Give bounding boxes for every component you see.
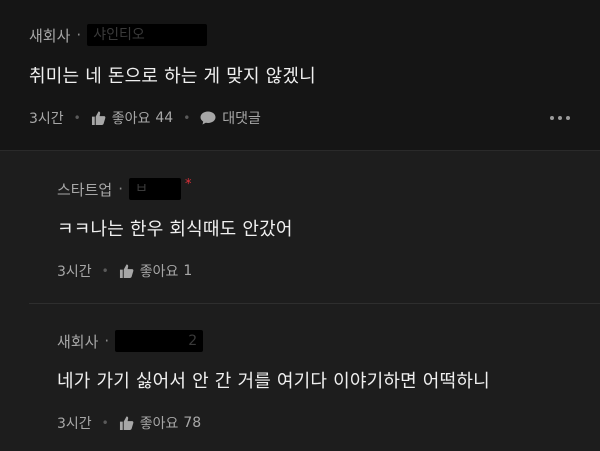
separator-bullet: •: [101, 416, 109, 430]
like-label: 좋아요: [139, 264, 179, 280]
reply-body: 네가 가기 싫어서 안 간 거를 여기다 이야기하면 어떡하니: [57, 371, 490, 392]
reply-label: 대댓글: [222, 111, 261, 127]
comment-time: 3시간: [29, 111, 64, 127]
verified-star-icon: *: [184, 176, 192, 192]
author-company[interactable]: 스타트업: [57, 179, 112, 200]
like-count: 78: [183, 415, 202, 431]
author-nickname-redacted[interactable]: 샤인티오: [87, 24, 208, 46]
like-label: 좋아요: [139, 416, 179, 432]
like-button[interactable]: 좋아요 78: [119, 413, 201, 433]
reply-actions: 3시간 • 좋아요 1: [57, 261, 192, 281]
reply-item: 새회사 · 2 네가 가기 싫어서 안 간 거를 여기다 이야기하면 어떡하니 …: [0, 303, 600, 451]
reply-time: 3시간: [57, 264, 92, 280]
speech-bubble-icon: [200, 111, 216, 125]
author-nickname-redacted[interactable]: 2: [115, 330, 204, 352]
like-button[interactable]: 좋아요 44: [91, 108, 173, 128]
comment-meta: 새회사 · 샤인티오: [29, 24, 208, 46]
thumbs-up-icon: [119, 264, 134, 278]
more-dots-icon[interactable]: [550, 116, 570, 120]
separator-dot: ·: [118, 180, 123, 198]
like-count: 44: [155, 110, 174, 126]
reply-time: 3시간: [57, 416, 92, 432]
author-company[interactable]: 새회사: [57, 331, 98, 352]
comment-actions: 3시간 • 좋아요 44 • 대댓글: [29, 108, 261, 128]
reply-meta: 새회사 · 2: [57, 330, 204, 352]
separator-bullet: •: [183, 111, 191, 125]
reply-actions: 3시간 • 좋아요 78: [57, 413, 201, 433]
thumbs-up-icon: [119, 416, 134, 430]
separator-dot: ·: [76, 26, 82, 44]
like-label: 좋아요: [111, 111, 151, 127]
thumbs-up-icon: [91, 111, 106, 125]
separator-bullet: •: [73, 111, 81, 125]
like-count: 1: [183, 263, 193, 279]
separator-bullet: •: [101, 264, 109, 278]
separator-dot: ·: [104, 332, 110, 350]
author-company[interactable]: 새회사: [29, 25, 70, 46]
reply-thread: 스타트업 · ㅂ * ㅋㅋ나는 한우 회식때도 안갔어 3시간 • 좋아요 1 …: [0, 150, 600, 451]
reply-body: ㅋㅋ나는 한우 회식때도 안갔어: [57, 219, 293, 240]
comment-item: 새회사 · 샤인티오 취미는 네 돈으로 하는 게 맞지 않겠니 3시간 • 좋…: [0, 0, 600, 150]
comment-body: 취미는 네 돈으로 하는 게 맞지 않겠니: [29, 66, 316, 87]
like-button[interactable]: 좋아요 1: [119, 261, 193, 281]
reply-meta: 스타트업 · ㅂ *: [57, 176, 192, 200]
reply-button[interactable]: 대댓글: [200, 108, 261, 128]
author-nickname-redacted[interactable]: ㅂ: [128, 178, 181, 200]
reply-item: 스타트업 · ㅂ * ㅋㅋ나는 한우 회식때도 안갔어 3시간 • 좋아요 1: [0, 151, 600, 303]
